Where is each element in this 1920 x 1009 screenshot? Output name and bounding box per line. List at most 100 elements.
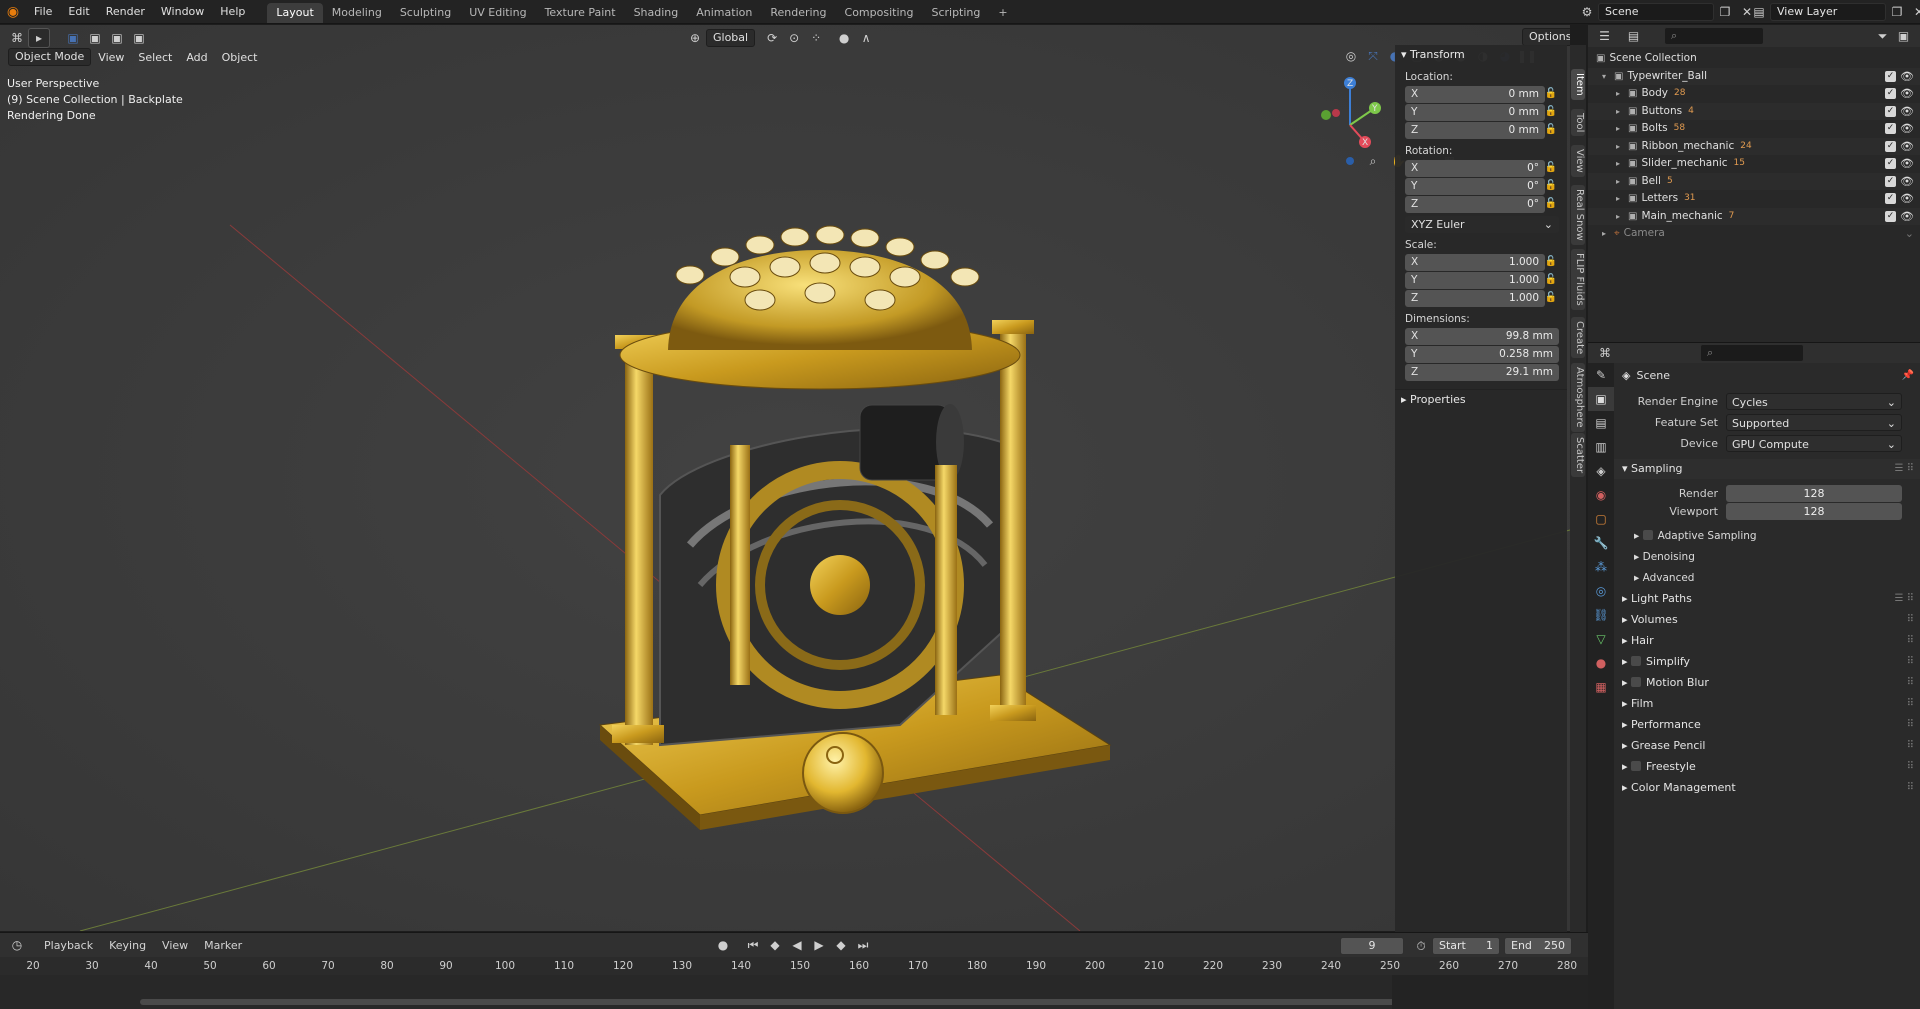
adaptive-sampling-checkbox[interactable] <box>1642 530 1653 540</box>
exclude-checkbox[interactable]: ✓ <box>1885 123 1896 135</box>
filter-icon[interactable]: ⏷ <box>1872 26 1893 46</box>
display-mode-icon[interactable]: ▤ <box>1623 26 1644 46</box>
exclude-checkbox[interactable]: ✓ <box>1885 158 1896 170</box>
lock-icon[interactable]: 🔓 <box>1545 292 1557 303</box>
play-reverse-icon[interactable]: ◀ <box>786 935 808 955</box>
lock-icon[interactable]: 🔓 <box>1545 198 1557 209</box>
eye-icon[interactable]: 👁 <box>1900 190 1914 208</box>
exclude-checkbox[interactable]: ✓ <box>1885 210 1896 222</box>
output-tab-icon[interactable]: ▤ <box>1588 411 1614 435</box>
dimensions-x-field[interactable]: X 99.8 mm <box>1405 328 1559 345</box>
start-frame-field[interactable]: Start 1 <box>1432 937 1500 955</box>
horizontal-scrollbar[interactable] <box>140 999 1580 1005</box>
eye-icon[interactable]: 👁 <box>1900 68 1914 86</box>
copy-view-layer-icon[interactable]: ❐ <box>1886 2 1908 22</box>
render-engine-dropdown[interactable]: Cycles ⌄ <box>1726 392 1902 410</box>
lock-icon[interactable]: 🔓 <box>1545 256 1557 267</box>
menu-select[interactable]: Select <box>131 51 179 64</box>
sampling-section-header[interactable]: ▾ Sampling ☰ ⠿ <box>1614 459 1920 479</box>
options-dropdown[interactable]: Options <box>1522 28 1570 46</box>
eye-icon[interactable]: 👁 <box>1900 173 1914 191</box>
timeline-track-area[interactable] <box>0 975 1588 1009</box>
exclude-checkbox[interactable]: ✓ <box>1885 193 1896 205</box>
expand-triangle-icon[interactable]: ▸ <box>1616 208 1628 226</box>
jump-end-icon[interactable]: ⏭ <box>852 935 874 955</box>
end-frame-field[interactable]: End 250 <box>1504 937 1572 955</box>
expand-triangle-icon[interactable]: ▸ <box>1616 190 1628 208</box>
pin-icon[interactable]: 📌 <box>1902 370 1914 381</box>
transform-panel-header[interactable]: ▾ Transform <box>1395 45 1567 65</box>
lock-icon[interactable]: 🔓 <box>1545 106 1557 117</box>
scale-x-field[interactable]: X 1.000 <box>1405 254 1545 271</box>
list-icon[interactable]: ☰ ⠿ <box>1895 589 1914 609</box>
menu-marker[interactable]: Marker <box>196 939 250 952</box>
editor-type-icon[interactable]: ⌘ <box>1594 343 1616 363</box>
lock-icon[interactable]: 🔓 <box>1545 124 1557 135</box>
menu-window[interactable]: Window <box>153 0 212 24</box>
play-icon[interactable]: ▶ <box>808 935 830 955</box>
simplify-section[interactable]: ▸ Simplify ⠿ <box>1614 652 1920 672</box>
editor-type-icon[interactable]: ☰ <box>1594 26 1615 46</box>
current-frame-field[interactable]: 9 <box>1340 937 1404 955</box>
tab-flip-fluids[interactable]: FLIP Fluids <box>1571 249 1585 310</box>
object-mode-dropdown[interactable]: Object Mode <box>8 48 92 66</box>
menu-view[interactable]: View <box>91 51 131 64</box>
menu-add[interactable]: Add <box>179 51 214 64</box>
denoising-subpanel[interactable]: ▸ Denoising <box>1614 547 1920 567</box>
outliner-row-bolts[interactable]: ▸ ▣ Bolts 58 ✓ 👁 <box>1588 120 1920 138</box>
tab-modeling[interactable]: Modeling <box>323 3 391 23</box>
tool-tab-icon[interactable]: ✎ <box>1588 363 1614 387</box>
menu-file[interactable]: File <box>26 0 60 24</box>
eye-icon[interactable]: 👁 <box>1900 85 1914 103</box>
view-layer-name-field[interactable]: View Layer <box>1770 3 1886 21</box>
simplify-checkbox[interactable] <box>1631 656 1642 666</box>
drag-handle-icon[interactable]: ⠿ <box>1907 673 1914 693</box>
exclude-checkbox[interactable]: ✓ <box>1885 175 1896 187</box>
rotation-x-field[interactable]: X 0° <box>1405 160 1545 177</box>
freestyle-checkbox[interactable] <box>1631 761 1642 771</box>
feature-set-dropdown[interactable]: Supported ⌄ <box>1726 413 1902 431</box>
tab-uv-editing[interactable]: UV Editing <box>460 3 535 23</box>
clock-icon[interactable]: ⏱ <box>1410 936 1432 956</box>
tab-atmosphere[interactable]: Atmosphere <box>1571 363 1585 432</box>
render-tab-icon[interactable]: ▣ <box>1588 387 1614 411</box>
tab-create[interactable]: Create <box>1571 317 1585 359</box>
tab-scatter[interactable]: Scatter <box>1571 433 1585 478</box>
drag-handle-icon[interactable]: ⠿ <box>1907 757 1914 777</box>
view-layer-icon[interactable]: ▤ <box>1748 2 1770 22</box>
data-tab-icon[interactable]: ▽ <box>1588 627 1614 651</box>
grease-pencil-section[interactable]: ▸ Grease Pencil ⠿ <box>1614 736 1920 756</box>
eye-icon[interactable]: 👁 <box>1900 155 1914 173</box>
drag-handle-icon[interactable]: ⠿ <box>1907 610 1914 630</box>
drag-handle-icon[interactable]: ⠿ <box>1907 694 1914 714</box>
proportional-edit-icon[interactable]: ● <box>833 28 855 48</box>
eye-icon[interactable]: 👁 <box>1900 120 1914 138</box>
select-box-icon[interactable]: ▸ <box>28 28 50 48</box>
dimensions-y-field[interactable]: Y 0.258 mm <box>1405 346 1559 363</box>
eye-icon[interactable]: 👁 <box>1900 138 1914 156</box>
outliner-search-input[interactable]: ⌕ <box>1664 27 1764 45</box>
eye-icon[interactable]: 👁 <box>1900 103 1914 121</box>
motion-blur-checkbox[interactable] <box>1631 677 1642 687</box>
advanced-subpanel[interactable]: ▸ Advanced <box>1614 568 1920 588</box>
lock-icon[interactable]: 🔓 <box>1545 180 1557 191</box>
view-layer-tab-icon[interactable]: ▥ <box>1588 435 1614 459</box>
tab-animation[interactable]: Animation <box>687 3 761 23</box>
outliner-row-camera[interactable]: ▸ ⌖ Camera ⌄ <box>1588 225 1920 243</box>
rotation-y-field[interactable]: Y 0° <box>1405 178 1545 195</box>
copy-icon[interactable]: ❐ <box>1714 2 1736 22</box>
lock-icon[interactable]: 🔓 <box>1545 162 1557 173</box>
tab-real-snow[interactable]: Real Snow <box>1571 185 1585 245</box>
modifier-tab-icon[interactable]: 🔧 <box>1588 531 1614 555</box>
dimensions-z-field[interactable]: Z 29.1 mm <box>1405 364 1559 381</box>
add-workspace-button[interactable]: + <box>989 3 1016 23</box>
select-subtract-icon[interactable]: ▣ <box>106 28 128 48</box>
color-management-section[interactable]: ▸ Color Management ⠿ <box>1614 778 1920 798</box>
next-keyframe-icon[interactable]: ◆ <box>830 935 852 955</box>
select-extend-icon[interactable]: ▣ <box>84 28 106 48</box>
tab-sculpting[interactable]: Sculpting <box>391 3 460 23</box>
expand-triangle-icon[interactable]: ▸ <box>1616 155 1628 173</box>
constraints-tab-icon[interactable]: ⛓ <box>1588 603 1614 627</box>
outliner-row-scene-collection[interactable]: ▣ Scene Collection <box>1588 50 1920 68</box>
orientation-icon[interactable]: ⊕ <box>684 28 706 48</box>
